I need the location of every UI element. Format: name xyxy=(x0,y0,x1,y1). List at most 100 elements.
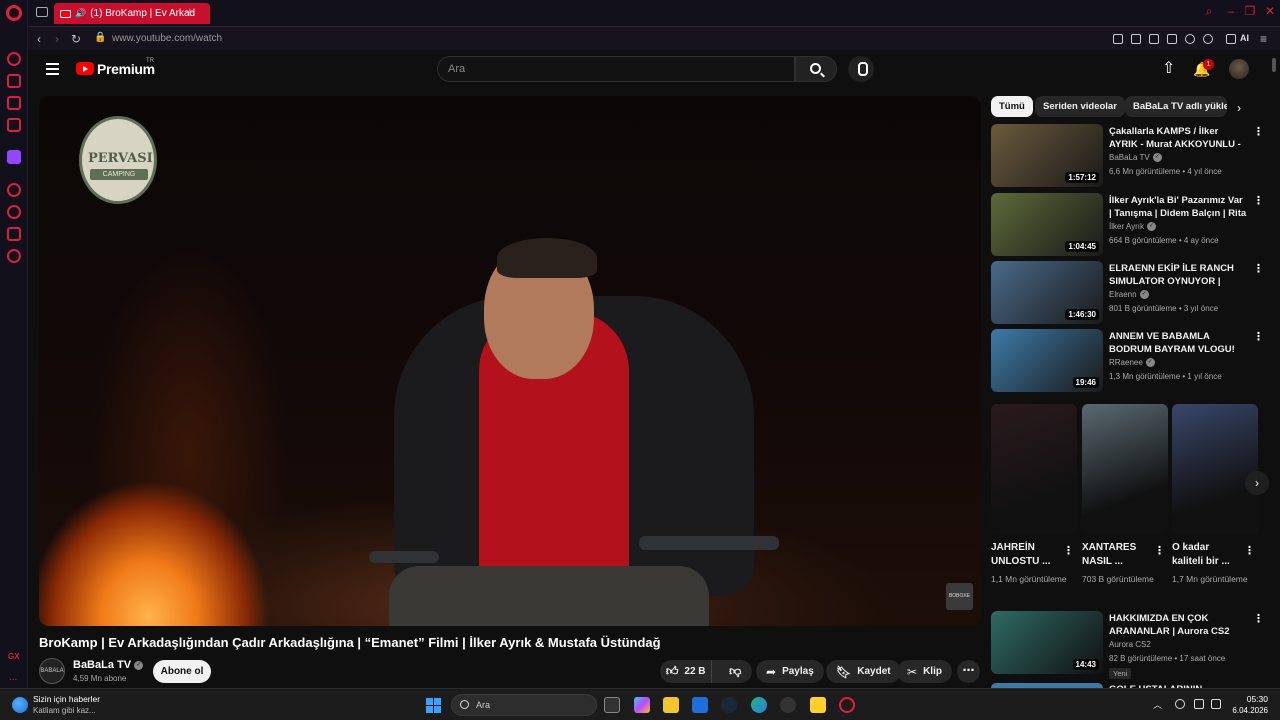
chip-all[interactable]: Tümü xyxy=(991,96,1033,117)
upload-icon[interactable]: ⇧ xyxy=(1162,61,1175,77)
workspaces-icon[interactable] xyxy=(36,7,48,17)
recommendation-channel[interactable]: RRaenee ✓ xyxy=(1109,358,1155,368)
bag-icon[interactable] xyxy=(7,74,21,88)
short-title[interactable]: O kadar kaliteli bir ... xyxy=(1172,541,1242,569)
page-scrollbar[interactable] xyxy=(1270,52,1278,688)
video-thumbnail[interactable]: 1:04:45 xyxy=(991,193,1103,256)
recommendation-title[interactable]: ANNEM VE BABAMLA BODRUM BAYRAM VLOGU! xyxy=(1109,330,1247,356)
scrollbar-thumb[interactable] xyxy=(1272,58,1276,72)
settings-gear-icon[interactable] xyxy=(7,249,21,263)
speaker-icon[interactable]: 🔊 xyxy=(75,8,86,19)
recommendation-channel[interactable]: BaBaLa TV ✓ xyxy=(1109,153,1162,163)
back-icon[interactable]: ‹ xyxy=(37,32,41,46)
steam-icon[interactable] xyxy=(721,697,737,713)
short-title[interactable]: XANTARES NASIL ... xyxy=(1082,541,1152,569)
short-thumbnail[interactable] xyxy=(1172,404,1258,534)
copilot-icon[interactable] xyxy=(634,697,650,713)
recommendation-card[interactable]: 1:57:12 Çakallarla KAMPS / İlker AYRIK - … xyxy=(991,124,1264,188)
channel-watermark[interactable]: BOBOXE xyxy=(946,583,973,610)
video-thumbnail[interactable]: 19:46 xyxy=(991,329,1103,392)
minimize-icon[interactable]: – xyxy=(1225,5,1237,17)
menu-icon[interactable]: ≡ xyxy=(1260,32,1267,46)
dislike-button[interactable]: 👎︎ xyxy=(718,660,752,683)
maximize-icon[interactable]: ❐ xyxy=(1244,5,1256,17)
twitch-icon[interactable] xyxy=(7,150,21,164)
new-tab-button[interactable]: + xyxy=(186,4,194,19)
recommendation-title[interactable]: Çakallarla KAMPS / İlker AYRIK - Murat A… xyxy=(1109,125,1247,151)
notes-icon[interactable] xyxy=(810,697,826,713)
short-title[interactable]: JAHREİN UNLOSTU ... xyxy=(991,541,1061,569)
search-input[interactable]: Ara xyxy=(437,56,795,82)
file-explorer-icon[interactable] xyxy=(663,697,679,713)
recommendation-channel[interactable]: İlker Ayrık ✓ xyxy=(1109,222,1156,232)
more-actions-button[interactable]: ⋯ xyxy=(957,660,980,683)
channel-name[interactable]: BaBaLa TV ✓ xyxy=(73,659,144,671)
forward-icon[interactable]: › xyxy=(55,32,59,46)
app-icon[interactable] xyxy=(780,697,796,713)
opera-logo-icon[interactable] xyxy=(6,5,22,21)
more-vert-icon[interactable]: ⋮ xyxy=(1253,262,1264,275)
snapshot-icon[interactable] xyxy=(1131,34,1141,44)
avatar[interactable] xyxy=(1229,59,1249,79)
shorts-next-button[interactable]: › xyxy=(1245,471,1269,495)
instagram-icon[interactable] xyxy=(7,118,21,132)
recommendation-card[interactable]: 1:46:30 ELRAENN EKİP İLE RANCH SIMULATOR … xyxy=(991,261,1264,325)
video-thumbnail[interactable]: 1:46:30 xyxy=(991,261,1103,324)
task-view-icon[interactable] xyxy=(604,697,620,713)
recommendation-title[interactable]: İlker Ayrık'la Bi' Pazarımız Var | Tanış… xyxy=(1109,194,1247,220)
shield-icon[interactable] xyxy=(1149,34,1159,44)
short-card[interactable]: O kadar kaliteli bir ... 1,7 Mn görüntüle… xyxy=(1172,404,1258,584)
search-button[interactable] xyxy=(795,56,837,82)
edge-icon[interactable] xyxy=(751,697,767,713)
wallet-icon[interactable] xyxy=(1167,34,1177,44)
extensions-icon[interactable] xyxy=(7,227,21,241)
chip-series[interactable]: Seriden videolar xyxy=(1035,96,1125,117)
reload-icon[interactable]: ↻ xyxy=(71,32,81,46)
taskbar-search[interactable]: Ara xyxy=(451,694,597,716)
recommendation-channel[interactable]: Elraenn ✓ xyxy=(1109,290,1149,300)
chevron-right-icon[interactable]: › xyxy=(1237,101,1241,115)
subscribe-button[interactable]: Abone ol xyxy=(153,660,211,683)
news-widget-icon[interactable] xyxy=(12,697,28,713)
start-button[interactable] xyxy=(426,698,441,713)
like-button[interactable]: 👍︎ 22 B xyxy=(660,660,713,683)
clip-button[interactable]: ✂ Klip xyxy=(897,660,952,683)
search-tabs-icon[interactable]: ⌕ xyxy=(1203,5,1215,17)
video-thumbnail[interactable]: 14:43 xyxy=(991,611,1103,674)
opera-gx-icon[interactable] xyxy=(839,697,855,713)
store-icon[interactable] xyxy=(692,697,708,713)
youtube-logo-icon[interactable] xyxy=(76,62,94,75)
close-icon[interactable]: ✕ xyxy=(1264,5,1276,17)
recommendation-title[interactable]: ELRAENN EKİP İLE RANCH SIMULATOR OYNUYOR… xyxy=(1109,262,1247,288)
channel-avatar[interactable]: BABALA xyxy=(39,658,65,684)
more-vert-icon[interactable]: ⋮ xyxy=(1244,544,1255,557)
more-vert-icon[interactable]: ⋮ xyxy=(1253,330,1264,343)
play-icon[interactable] xyxy=(1185,34,1195,44)
pin-icon[interactable] xyxy=(1113,34,1123,44)
url-field[interactable]: www.youtube.com/watch xyxy=(112,33,222,44)
short-card[interactable]: XANTARES NASIL ... 703 B görüntüleme ⋮ xyxy=(1082,404,1168,584)
clock-time[interactable]: 05:30 xyxy=(1232,694,1268,704)
more-vert-icon[interactable]: ⋮ xyxy=(1253,125,1264,138)
network-icon[interactable] xyxy=(1194,699,1204,709)
recommendation-card[interactable]: 1:04:45 İlker Ayrık'la Bi' Pazarımız Var … xyxy=(991,193,1264,257)
short-thumbnail[interactable] xyxy=(991,404,1077,534)
ai-button[interactable]: AI xyxy=(1240,33,1249,43)
lock-icon[interactable]: 🔒 xyxy=(94,32,106,43)
sidebar-more-icon[interactable]: ... xyxy=(9,672,17,683)
mic-icon[interactable] xyxy=(1175,699,1185,709)
recommendation-card[interactable]: 19:46 ANNEM VE BABAMLA BODRUM BAYRAM VLOG… xyxy=(991,329,1264,393)
aria-icon[interactable] xyxy=(7,52,21,66)
chevron-up-icon[interactable]: ︿ xyxy=(1153,698,1162,711)
player-icon[interactable] xyxy=(7,183,21,197)
news-widget-title[interactable]: Sizin için haberler xyxy=(33,694,100,704)
more-vert-icon[interactable]: ⋮ xyxy=(1154,544,1165,557)
heart-icon[interactable] xyxy=(1203,34,1213,44)
chip-uploader[interactable]: BaBaLa TV adlı yükleyiciden xyxy=(1125,96,1227,117)
more-vert-icon[interactable]: ⋮ xyxy=(1253,612,1264,625)
recommendation-title[interactable]: HAKKIMIZDA EN ÇOK ARANANLAR | Aurora CS2 xyxy=(1109,612,1247,638)
share-button[interactable]: ➦ Paylaş xyxy=(756,660,824,683)
history-icon[interactable] xyxy=(7,205,21,219)
hamburger-menu-icon[interactable] xyxy=(46,63,59,75)
save-button[interactable]: 🔖︎ Kaydet xyxy=(826,660,901,683)
